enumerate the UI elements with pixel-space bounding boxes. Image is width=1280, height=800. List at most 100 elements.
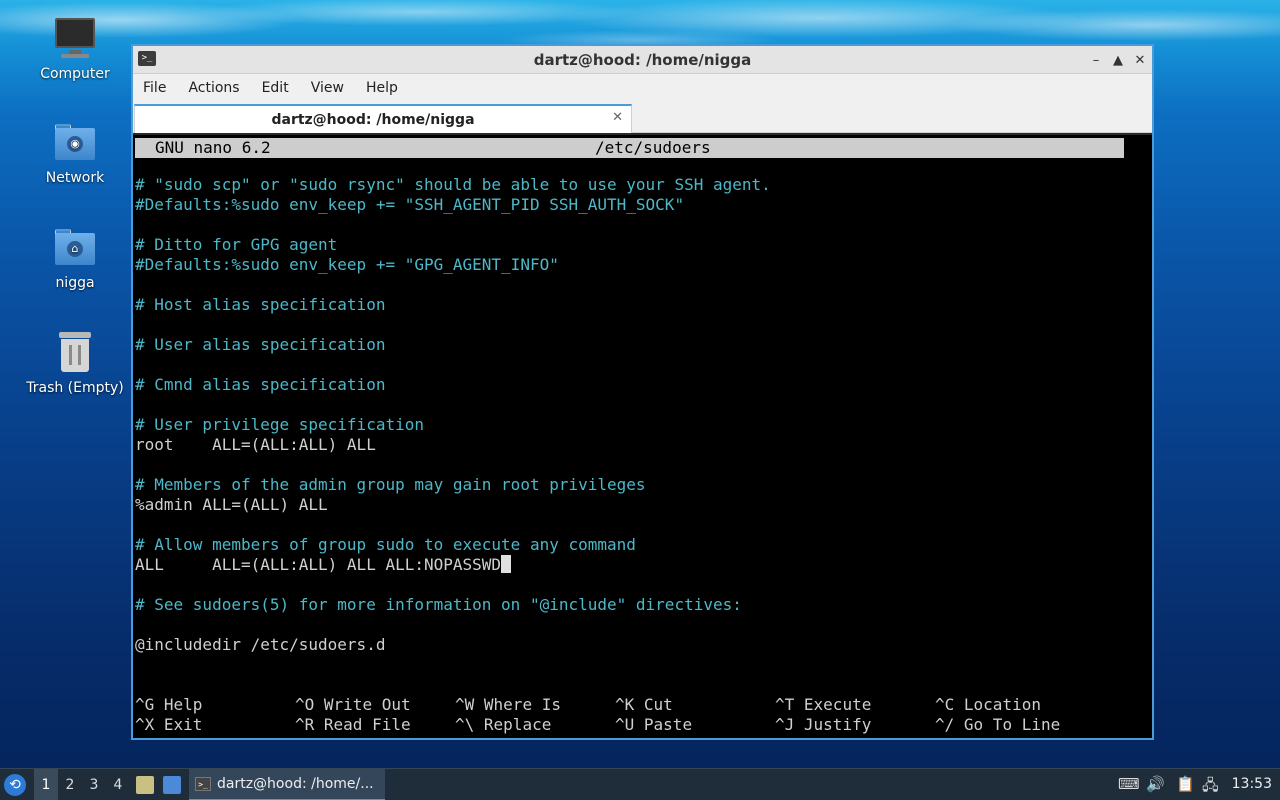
desktop-icon-label: Trash (Empty)	[26, 380, 124, 396]
start-menu-icon[interactable]: ⟲	[4, 774, 26, 796]
shortcut-key: ^J	[775, 715, 795, 734]
comment-line: # Allow members of group sudo to execute…	[135, 535, 636, 554]
comment-line: # User privilege specification	[135, 415, 424, 434]
tab-terminal[interactable]: dartz@hood: /home/nigga ✕	[134, 104, 632, 133]
shortcut-read-file[interactable]: ^R Read File	[295, 715, 411, 735]
shortcut-label: Execute	[803, 695, 872, 714]
taskbar-task-terminal[interactable]: >_ dartz@hood: /home/...	[189, 769, 385, 800]
shortcut-key: ^\	[455, 715, 475, 734]
shortcut-label: Help	[163, 695, 203, 714]
text-cursor	[501, 555, 512, 573]
nano-version: GNU nano 6.2	[155, 138, 271, 157]
clipboard-icon[interactable]: 📋	[1176, 775, 1195, 793]
comment-line: #Defaults:%sudo env_keep += "GPG_AGENT_I…	[135, 255, 559, 274]
desktop-icon-home[interactable]: ⌂ nigga	[20, 225, 130, 291]
desktop-icon-label: Computer	[40, 66, 110, 82]
menu-actions[interactable]: Actions	[188, 80, 239, 96]
shortcut-label: Where Is	[483, 695, 561, 714]
shortcut-key: ^T	[775, 695, 795, 714]
shortcut-key: ^W	[455, 695, 475, 714]
workspace-switcher: 1 2 3 4	[34, 769, 130, 800]
shortcut-exit[interactable]: ^X Exit	[135, 715, 202, 735]
shortcut-write-out[interactable]: ^O Write Out	[295, 695, 411, 715]
desktop-icon-label: Network	[45, 170, 105, 186]
keyboard-icon[interactable]: ⌨	[1118, 775, 1140, 793]
shortcut-label: Paste	[643, 715, 693, 734]
shortcut-key: ^R	[295, 715, 315, 734]
maximize-button[interactable]: ▲	[1112, 53, 1124, 68]
comment-line: # User alias specification	[135, 335, 386, 354]
shortcut-label: Go To Line	[963, 715, 1061, 734]
shortcut-key: ^G	[135, 695, 155, 714]
shortcut-label: Read File	[323, 715, 411, 734]
code-line: root ALL=(ALL:ALL) ALL	[135, 435, 376, 454]
terminal-icon: >_	[195, 777, 211, 791]
system-tray: ⌨ 🔊 📋 🖧 13:53	[1110, 769, 1280, 800]
code-line: %admin ALL=(ALL) ALL	[135, 495, 328, 514]
file-manager-icon[interactable]	[136, 776, 154, 794]
shortcut-paste[interactable]: ^U Paste	[615, 715, 692, 735]
network-icon[interactable]: 🖧	[1202, 775, 1219, 800]
workspace-1[interactable]: 1	[34, 769, 58, 800]
menubar: File Actions Edit View Help	[133, 74, 1152, 102]
tab-label: dartz@hood: /home/nigga	[271, 112, 475, 128]
comment-line: # See sudoers(5) for more information on…	[135, 595, 742, 614]
code-line: ALL ALL=(ALL:ALL) ALL ALL:NOPASSWD	[135, 555, 512, 575]
shortcut-help[interactable]: ^G Help	[135, 695, 202, 715]
terminal-window: >_ dartz@hood: /home/nigga – ▲ ✕ File Ac…	[131, 44, 1154, 740]
shortcut-label: Exit	[163, 715, 203, 734]
menu-help[interactable]: Help	[366, 80, 398, 96]
shortcut-go-to-line[interactable]: ^/ Go To Line	[935, 715, 1060, 735]
network-folder-icon: ◉	[53, 120, 97, 164]
window-title: dartz@hood: /home/nigga	[533, 51, 752, 69]
home-folder-icon: ⌂	[53, 225, 97, 269]
close-button[interactable]: ✕	[1134, 53, 1146, 68]
tab-bar: dartz@hood: /home/nigga ✕	[133, 102, 1152, 133]
code-line: @includedir /etc/sudoers.d	[135, 635, 386, 654]
shortcut-label: Replace	[483, 715, 552, 734]
trash-icon	[53, 330, 97, 374]
shortcut-execute[interactable]: ^T Execute	[775, 695, 871, 715]
shortcut-label: Location	[963, 695, 1041, 714]
shortcut-cut[interactable]: ^K Cut	[615, 695, 673, 715]
comment-line: # "sudo scp" or "sudo rsync" should be a…	[135, 175, 771, 194]
shortcut-where-is[interactable]: ^W Where Is	[455, 695, 561, 715]
shortcut-key: ^C	[935, 695, 955, 714]
nano-filename: /etc/sudoers	[595, 138, 711, 157]
comment-line: # Cmnd alias specification	[135, 375, 386, 394]
menu-view[interactable]: View	[311, 80, 344, 96]
comment-line: #Defaults:%sudo env_keep += "SSH_AGENT_P…	[135, 195, 685, 214]
task-label: dartz@hood: /home/...	[217, 776, 374, 792]
terminal-area[interactable]: GNU nano 6.2 /etc/sudoers # "sudo scp" o…	[133, 135, 1152, 738]
shortcut-location[interactable]: ^C Location	[935, 695, 1041, 715]
shortcut-key: ^/	[935, 715, 955, 734]
volume-icon[interactable]: 🔊	[1146, 775, 1165, 793]
shortcut-key: ^X	[135, 715, 155, 734]
shortcut-label: Justify	[803, 715, 872, 734]
shortcut-replace[interactable]: ^\ Replace	[455, 715, 551, 735]
desktop-icon-trash[interactable]: Trash (Empty)	[20, 330, 130, 396]
desktop-icon-computer[interactable]: Computer	[20, 16, 130, 82]
nano-header: GNU nano 6.2 /etc/sudoers	[135, 138, 1124, 158]
workspace-2[interactable]: 2	[58, 769, 82, 800]
window-titlebar[interactable]: >_ dartz@hood: /home/nigga – ▲ ✕	[133, 46, 1152, 74]
tab-close-icon[interactable]: ✕	[612, 110, 623, 125]
desktop-icon-network[interactable]: ◉ Network	[20, 120, 130, 186]
comment-line: # Host alias specification	[135, 295, 386, 314]
minimize-button[interactable]: –	[1090, 53, 1102, 68]
shortcut-label: Write Out	[323, 695, 411, 714]
shortcut-label: Cut	[643, 695, 673, 714]
shortcut-key: ^U	[615, 715, 635, 734]
show-desktop-icon[interactable]	[163, 776, 181, 794]
shortcut-justify[interactable]: ^J Justify	[775, 715, 871, 735]
menu-file[interactable]: File	[143, 80, 166, 96]
workspace-3[interactable]: 3	[82, 769, 106, 800]
shortcut-key: ^O	[295, 695, 315, 714]
clock[interactable]: 13:53	[1232, 776, 1272, 792]
shortcut-key: ^K	[615, 695, 635, 714]
taskbar: ⟲ 1 2 3 4 >_ dartz@hood: /home/... ⌨ 🔊 📋…	[0, 768, 1280, 800]
workspace-4[interactable]: 4	[106, 769, 130, 800]
menu-edit[interactable]: Edit	[262, 80, 289, 96]
desktop-icon-label: nigga	[55, 275, 95, 291]
comment-line: # Members of the admin group may gain ro…	[135, 475, 646, 494]
